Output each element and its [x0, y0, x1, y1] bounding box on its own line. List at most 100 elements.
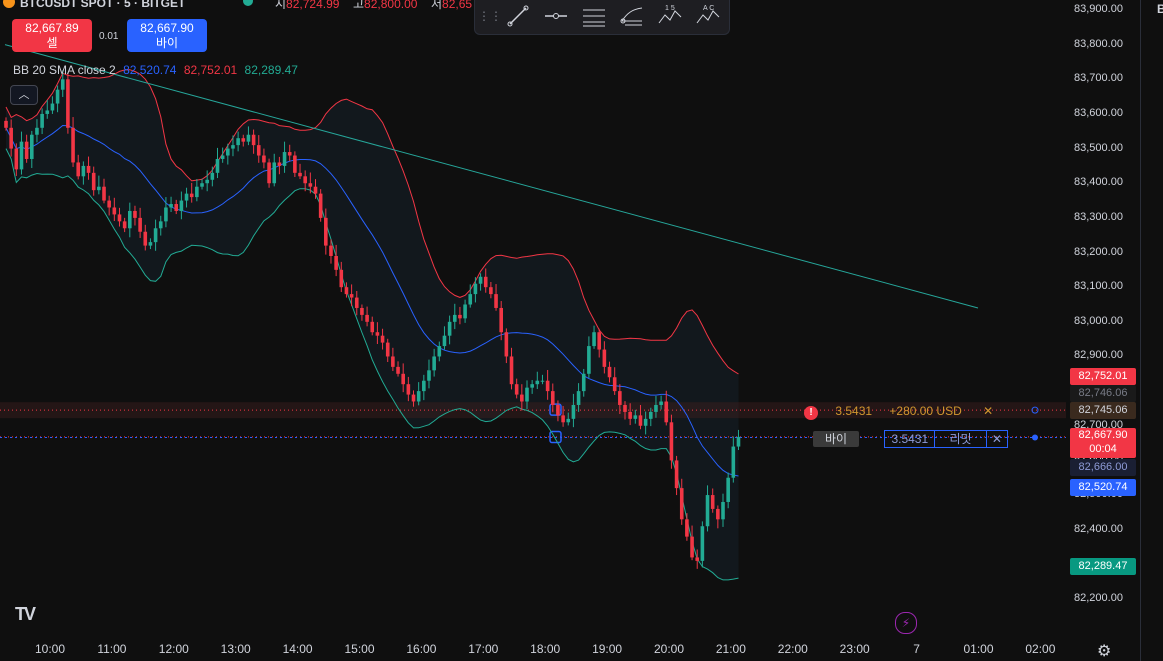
parallel-channel-icon[interactable]: [581, 3, 607, 29]
indicator-name: BB 20 SMA close 2: [13, 63, 116, 77]
sell-label: 셀: [46, 36, 58, 50]
time-tick-label: 7: [913, 642, 920, 656]
candle-body: [679, 488, 684, 520]
candle-body: [205, 179, 209, 184]
time-tick-label: 14:00: [282, 642, 313, 656]
candle-body: [633, 415, 638, 419]
trend-line-icon[interactable]: [505, 3, 531, 29]
horizontal-ray-icon[interactable]: [543, 3, 569, 29]
tp-ghost-tag: 82,746.06: [1070, 385, 1136, 402]
candle-body: [437, 346, 442, 357]
candle-body: [262, 155, 266, 163]
price-axis[interactable]: 83,900.00 83,800.00 83,700.00 83,600.00 83,5…: [1066, 0, 1140, 632]
candle-body: [282, 152, 287, 166]
candle-body: [344, 287, 349, 295]
chart-canvas[interactable]: [0, 0, 1140, 632]
candle-body: [251, 134, 256, 146]
candle-body: [354, 297, 359, 308]
price-tick-label: 83,000.00: [1074, 314, 1123, 327]
entry-close-icon[interactable]: ✕: [985, 430, 1008, 448]
candle-body: [581, 373, 586, 392]
candle-body: [102, 186, 106, 201]
candle-body: [4, 120, 8, 128]
candle-body: [349, 294, 354, 298]
candle-body: [293, 155, 297, 173]
tradingview-logo: TV: [15, 604, 36, 624]
candle-body: [313, 186, 318, 194]
candle-body: [71, 127, 75, 163]
time-tick-label: 16:00: [406, 642, 437, 656]
buy-label: 바이: [155, 36, 179, 50]
candle-body: [416, 391, 421, 402]
price-tick-label: 83,900.00: [1074, 3, 1123, 15]
flash-icon[interactable]: ⚡: [895, 612, 917, 634]
right-side-panel[interactable]: B: [1140, 0, 1163, 661]
candle-body: [287, 152, 292, 156]
candle-body: [721, 501, 725, 520]
time-tick-label: 11:00: [97, 642, 127, 656]
candle-body: [674, 460, 679, 489]
candle-body: [117, 214, 122, 222]
sell-button[interactable]: 82,667.89 셀: [12, 19, 92, 52]
bb-basis-value: 82,520.74: [123, 63, 177, 77]
collapse-legend-button[interactable]: ︿: [10, 85, 38, 105]
candle-body: [535, 380, 540, 385]
time-tick-label: 18:00: [530, 642, 561, 656]
price-tick-label: 83,500.00: [1074, 141, 1123, 154]
symbol-title[interactable]: BTCUSDT SPOT · 5 · BITGET: [20, 0, 185, 10]
candle-body: [478, 276, 483, 284]
candle-body: [654, 404, 658, 412]
candle-body: [530, 384, 534, 388]
tp-qty: 3.5431: [835, 404, 873, 418]
candle-body: [571, 404, 576, 419]
candle-body: [179, 200, 184, 211]
gear-icon[interactable]: ⚙: [1097, 641, 1111, 661]
fib-icon[interactable]: [619, 3, 645, 29]
candle-body: [623, 404, 627, 412]
candle-body: [489, 287, 493, 295]
buy-button[interactable]: 82,667.90 바이: [127, 19, 207, 52]
entry-anchor: [1032, 434, 1038, 441]
take-profit-order-label[interactable]: ! 3.5431 +280.00 USD ✕: [804, 403, 993, 420]
drawing-toolbar[interactable]: ⋮⋮ 1 5 A C: [474, 0, 730, 35]
candle-body: [705, 495, 710, 527]
indicator-legend[interactable]: BB 20 SMA close 2 82,520.74 82,752.01 82…: [13, 63, 302, 77]
candle-body: [432, 356, 436, 371]
tp-pnl: +280.00 USD: [889, 404, 962, 418]
candle-body: [597, 332, 602, 350]
candle-body: [236, 138, 240, 146]
candle-body: [504, 332, 509, 357]
candle-body: [45, 110, 50, 114]
candle-body: [447, 321, 452, 336]
candle-body: [308, 183, 313, 187]
candle-body: [19, 141, 24, 170]
price-tick-label: 83,400.00: [1074, 176, 1123, 189]
candle-body: [107, 200, 111, 208]
entry-order-label[interactable]: 바이 3.5431 리밋 ✕: [813, 430, 1008, 448]
candle-body: [700, 526, 705, 561]
time-axis[interactable]: 10:00 11:00 12:00 13:00 14:00 15:00 16:00 17:00…: [0, 632, 1140, 661]
bar-countdown: 00:04: [1089, 443, 1117, 455]
candle-body: [391, 356, 395, 367]
drag-handle-icon[interactable]: ⋮⋮: [477, 3, 503, 29]
pattern-15-icon[interactable]: 1 5: [657, 3, 683, 29]
candle-body: [370, 321, 375, 333]
candle-body: [401, 373, 405, 385]
candle-body: [339, 269, 344, 288]
time-tick-label: 10:00: [34, 642, 66, 656]
candle-body: [669, 422, 674, 461]
candle-body: [81, 165, 86, 177]
candle-body: [215, 158, 220, 173]
candle-body: [452, 314, 457, 322]
tp-close-icon[interactable]: ✕: [983, 404, 993, 418]
ohlc-low: 저82,65: [431, 0, 473, 11]
time-tick-label: 19:00: [592, 642, 623, 656]
candle-body: [360, 307, 364, 315]
entry-kind: 리밋: [934, 430, 987, 448]
pattern-ac-icon[interactable]: A C: [695, 3, 721, 29]
candle-body: [60, 79, 65, 90]
candle-body: [334, 255, 338, 270]
candle-body: [731, 446, 736, 478]
candle-body: [525, 387, 529, 402]
ohlc-high: 고82,800.00: [353, 0, 418, 11]
